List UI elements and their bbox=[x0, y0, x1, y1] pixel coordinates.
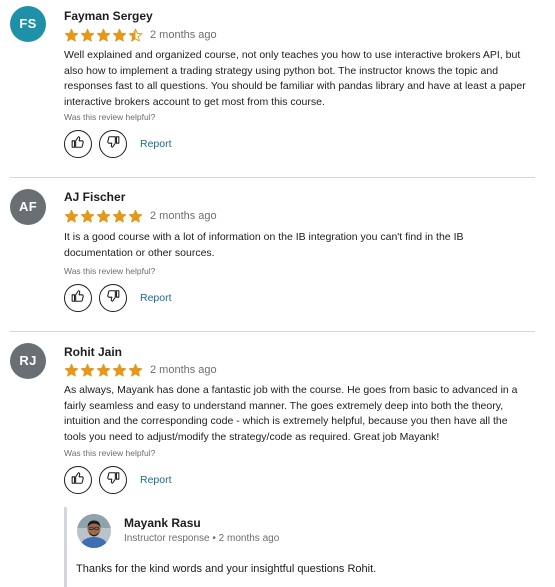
instructor-response: Mayank Rasu Instructor response • 2 mont… bbox=[64, 507, 538, 587]
star-icon bbox=[96, 209, 111, 223]
instructor-response-text: Thanks for the kind words and your insig… bbox=[76, 563, 377, 575]
vote-row: Report bbox=[64, 283, 172, 313]
star-icon bbox=[80, 363, 95, 377]
star-icon bbox=[80, 209, 95, 223]
rating-row: 2 months ago bbox=[64, 27, 217, 43]
review-date: 2 months ago bbox=[150, 364, 217, 376]
divider bbox=[10, 331, 535, 332]
thumbs-up-icon bbox=[71, 471, 85, 490]
reviewer-name: AJ Fischer bbox=[64, 190, 126, 204]
reviewer-name: Fayman Sergey bbox=[64, 9, 153, 23]
review-text: Well explained and organized course, not… bbox=[64, 49, 526, 108]
star-icon bbox=[80, 28, 95, 42]
thumbs-down-icon bbox=[106, 135, 120, 154]
thumbs-down-button[interactable] bbox=[99, 466, 127, 494]
star-icon bbox=[112, 209, 127, 223]
thumbs-up-icon bbox=[71, 289, 85, 308]
reviewer-name: Rohit Jain bbox=[64, 345, 123, 359]
star-rating bbox=[64, 28, 144, 43]
helpful-label: Was this review helpful? bbox=[64, 112, 156, 122]
star-icon bbox=[64, 363, 79, 377]
report-link[interactable]: Report bbox=[140, 474, 172, 486]
instructor-name: Mayank Rasu bbox=[124, 516, 201, 530]
thumbs-up-button[interactable] bbox=[64, 284, 92, 312]
rating-row: 2 months ago bbox=[64, 362, 217, 378]
instructor-avatar bbox=[77, 514, 111, 548]
helpful-label: Was this review helpful? bbox=[64, 266, 156, 276]
avatar: AF bbox=[10, 189, 46, 225]
star-icon bbox=[96, 28, 111, 42]
review-date: 2 months ago bbox=[150, 29, 217, 41]
star-rating bbox=[64, 209, 144, 224]
star-icon bbox=[128, 28, 143, 42]
star-rating bbox=[64, 363, 144, 378]
star-icon bbox=[64, 209, 79, 223]
review-text: It is a good course with a lot of inform… bbox=[64, 231, 464, 259]
star-icon bbox=[128, 209, 143, 223]
thumbs-down-icon bbox=[106, 471, 120, 490]
review-text: As always, Mayank has done a fantastic j… bbox=[64, 384, 518, 443]
star-icon bbox=[128, 363, 143, 377]
thumbs-up-button[interactable] bbox=[64, 130, 92, 158]
star-icon bbox=[64, 28, 79, 42]
thumbs-down-button[interactable] bbox=[99, 130, 127, 158]
report-link[interactable]: Report bbox=[140, 292, 172, 304]
instructor-response-meta: Instructor response • 2 months ago bbox=[124, 533, 280, 544]
review-date: 2 months ago bbox=[150, 210, 217, 222]
avatar: FS bbox=[10, 6, 46, 42]
star-icon bbox=[112, 363, 127, 377]
rating-row: 2 months ago bbox=[64, 208, 217, 224]
thumbs-up-button[interactable] bbox=[64, 466, 92, 494]
vote-row: Report bbox=[64, 129, 172, 159]
star-icon bbox=[96, 363, 111, 377]
thumbs-up-icon bbox=[71, 135, 85, 154]
helpful-label: Was this review helpful? bbox=[64, 448, 156, 458]
thumbs-down-button[interactable] bbox=[99, 284, 127, 312]
divider bbox=[10, 177, 535, 178]
avatar: RJ bbox=[10, 343, 46, 379]
star-icon bbox=[112, 28, 127, 42]
report-link[interactable]: Report bbox=[140, 138, 172, 150]
vote-row: Report bbox=[64, 465, 172, 495]
thumbs-down-icon bbox=[106, 289, 120, 308]
